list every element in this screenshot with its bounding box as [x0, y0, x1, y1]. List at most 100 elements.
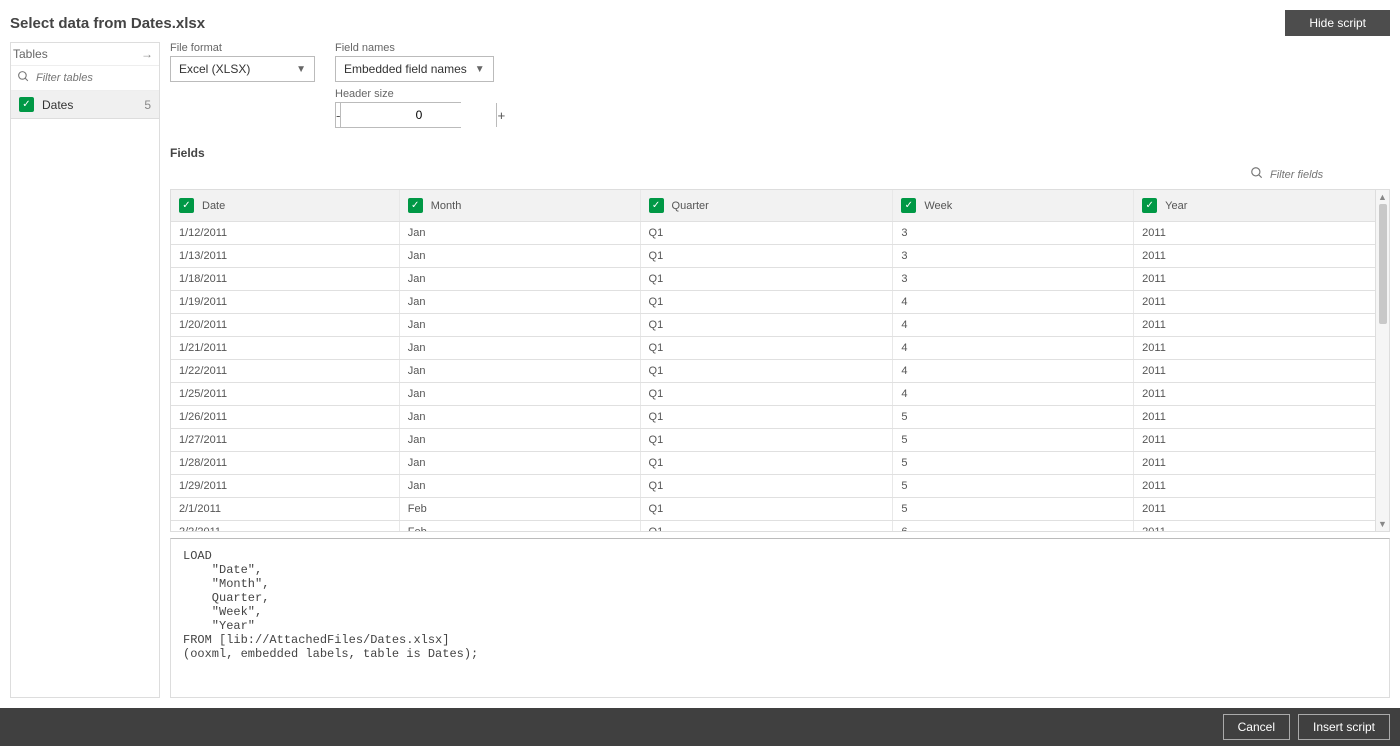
filter-tables-row [11, 66, 159, 91]
checkbox-icon[interactable]: ✓ [408, 198, 423, 213]
checkbox-icon[interactable]: ✓ [649, 198, 664, 213]
header-size-plus-button[interactable]: + [496, 103, 505, 127]
cell-date: 2/2/2011 [171, 521, 400, 531]
cell-year: 2011 [1134, 383, 1375, 405]
cell-quarter: Q1 [641, 222, 894, 244]
cell-week: 4 [893, 291, 1134, 313]
cell-month: Feb [400, 521, 641, 531]
field-names-select[interactable]: Embedded field names ▼ [335, 56, 494, 82]
table-item-count: 5 [144, 98, 151, 112]
cell-quarter: Q1 [641, 429, 894, 451]
hide-script-button[interactable]: Hide script [1285, 10, 1390, 36]
cell-quarter: Q1 [641, 406, 894, 428]
column-header-quarter[interactable]: ✓ Quarter [641, 190, 894, 221]
field-names-value: Embedded field names [344, 62, 467, 76]
cell-week: 3 [893, 268, 1134, 290]
cell-year: 2011 [1134, 222, 1375, 244]
column-label: Month [431, 200, 462, 212]
cell-year: 2011 [1134, 337, 1375, 359]
header-size-input[interactable] [341, 103, 496, 127]
cell-year: 2011 [1134, 475, 1375, 497]
cell-date: 1/20/2011 [171, 314, 400, 336]
arrow-right-icon[interactable]: → [141, 47, 153, 61]
cell-week: 6 [893, 521, 1134, 531]
cell-week: 3 [893, 245, 1134, 267]
cell-year: 2011 [1134, 429, 1375, 451]
cell-quarter: Q1 [641, 498, 894, 520]
cell-year: 2011 [1134, 314, 1375, 336]
cell-quarter: Q1 [641, 245, 894, 267]
cell-week: 4 [893, 337, 1134, 359]
cell-date: 1/25/2011 [171, 383, 400, 405]
table-row[interactable]: 1/22/2011JanQ142011 [171, 360, 1375, 383]
cell-month: Feb [400, 498, 641, 520]
table-item-dates[interactable]: ✓ Dates 5 [11, 91, 159, 119]
table-row[interactable]: 2/2/2011FebQ162011 [171, 521, 1375, 531]
scroll-up-icon[interactable]: ▲ [1376, 190, 1389, 204]
cell-month: Jan [400, 245, 641, 267]
fields-label: Fields [170, 146, 1390, 160]
table-row[interactable]: 1/21/2011JanQ142011 [171, 337, 1375, 360]
checkbox-icon[interactable]: ✓ [1142, 198, 1157, 213]
checkbox-icon[interactable]: ✓ [19, 97, 34, 112]
search-icon [1250, 166, 1264, 183]
cell-month: Jan [400, 429, 641, 451]
cell-week: 4 [893, 360, 1134, 382]
header-size-stepper: - + [335, 102, 461, 128]
cell-date: 1/22/2011 [171, 360, 400, 382]
insert-script-button[interactable]: Insert script [1298, 714, 1390, 740]
cell-month: Jan [400, 383, 641, 405]
table-row[interactable]: 1/20/2011JanQ142011 [171, 314, 1375, 337]
cancel-button[interactable]: Cancel [1223, 714, 1290, 740]
tables-label: Tables [13, 47, 48, 61]
table-row[interactable]: 1/13/2011JanQ132011 [171, 245, 1375, 268]
table-row[interactable]: 1/19/2011JanQ142011 [171, 291, 1375, 314]
cell-quarter: Q1 [641, 291, 894, 313]
column-label: Year [1165, 200, 1187, 212]
checkbox-icon[interactable]: ✓ [179, 198, 194, 213]
chevron-down-icon: ▼ [296, 64, 306, 75]
cell-year: 2011 [1134, 452, 1375, 474]
cell-date: 1/28/2011 [171, 452, 400, 474]
table-row[interactable]: 1/27/2011JanQ152011 [171, 429, 1375, 452]
cell-week: 4 [893, 383, 1134, 405]
checkbox-icon[interactable]: ✓ [901, 198, 916, 213]
table-row[interactable]: 1/26/2011JanQ152011 [171, 406, 1375, 429]
table-row[interactable]: 2/1/2011FebQ152011 [171, 498, 1375, 521]
cell-week: 5 [893, 406, 1134, 428]
table-row[interactable]: 1/12/2011JanQ132011 [171, 222, 1375, 245]
cell-year: 2011 [1134, 291, 1375, 313]
cell-quarter: Q1 [641, 383, 894, 405]
filter-tables-input[interactable] [36, 72, 153, 84]
column-header-week[interactable]: ✓ Week [893, 190, 1134, 221]
cell-year: 2011 [1134, 406, 1375, 428]
table-row[interactable]: 1/25/2011JanQ142011 [171, 383, 1375, 406]
page-title: Select data from Dates.xlsx [10, 15, 205, 32]
cell-month: Jan [400, 291, 641, 313]
scroll-thumb[interactable] [1379, 204, 1387, 324]
file-format-value: Excel (XLSX) [179, 62, 250, 76]
cell-month: Jan [400, 406, 641, 428]
column-header-date[interactable]: ✓ Date [171, 190, 400, 221]
file-format-select[interactable]: Excel (XLSX) ▼ [170, 56, 315, 82]
table-item-label: Dates [42, 98, 73, 112]
column-header-month[interactable]: ✓ Month [400, 190, 641, 221]
cell-date: 1/27/2011 [171, 429, 400, 451]
cell-quarter: Q1 [641, 268, 894, 290]
column-label: Week [924, 200, 952, 212]
table-row[interactable]: 1/18/2011JanQ132011 [171, 268, 1375, 291]
cell-date: 1/21/2011 [171, 337, 400, 359]
cell-quarter: Q1 [641, 452, 894, 474]
cell-quarter: Q1 [641, 337, 894, 359]
cell-date: 1/19/2011 [171, 291, 400, 313]
scroll-down-icon[interactable]: ▼ [1376, 517, 1389, 531]
cell-year: 2011 [1134, 360, 1375, 382]
table-row[interactable]: 1/29/2011JanQ152011 [171, 475, 1375, 498]
filter-fields-input[interactable] [1270, 169, 1360, 181]
table-row[interactable]: 1/28/2011JanQ152011 [171, 452, 1375, 475]
column-header-year[interactable]: ✓ Year [1134, 190, 1375, 221]
scrollbar[interactable]: ▲ ▼ [1375, 190, 1389, 531]
data-table: ✓ Date ✓ Month ✓ Quarter ✓ [171, 190, 1375, 531]
script-preview[interactable]: LOAD "Date", "Month", Quarter, "Week", "… [170, 538, 1390, 698]
cell-quarter: Q1 [641, 314, 894, 336]
